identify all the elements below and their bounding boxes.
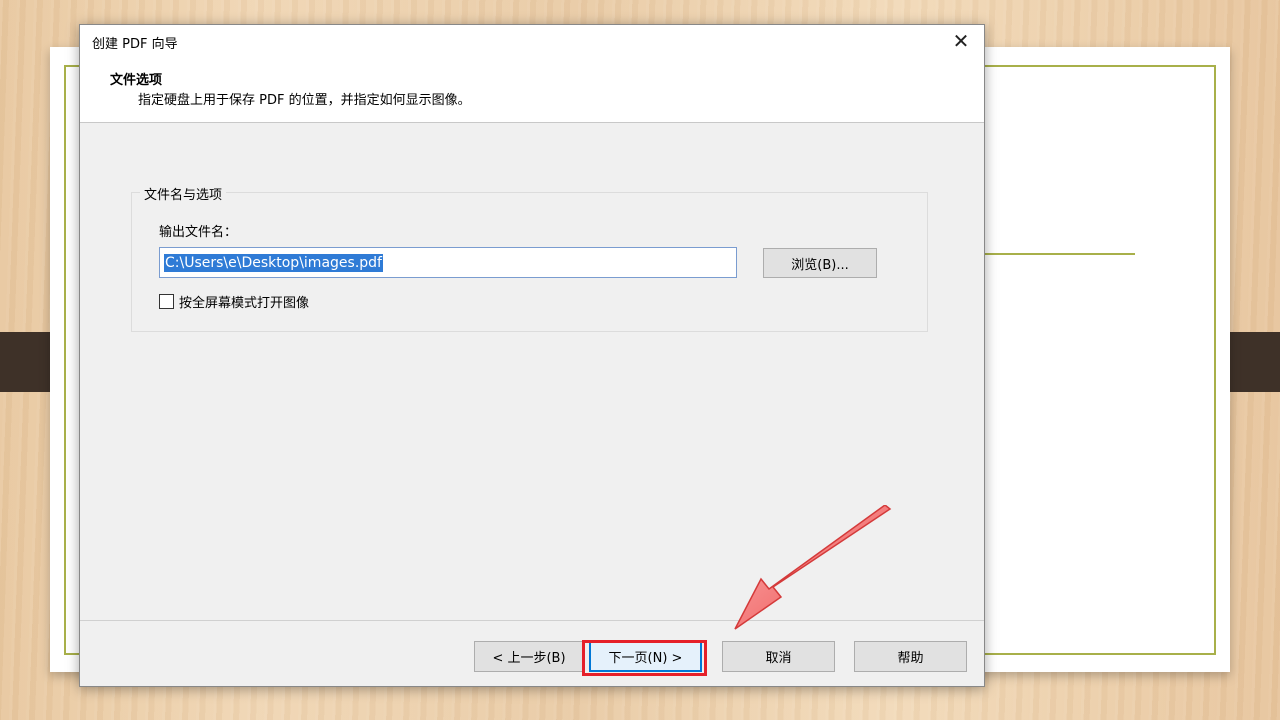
output-filename-input[interactable]: C:\Users\e\Desktop\images.pdf <box>159 247 737 278</box>
page-title: 文件选项 <box>110 73 163 88</box>
close-icon: ✕ <box>952 29 970 53</box>
wizard-header: 文件选项 指定硬盘上用于保存 PDF 的位置，并指定如何显示图像。 <box>80 57 984 123</box>
cancel-button[interactable]: 取消 <box>722 641 835 672</box>
back-button[interactable]: < 上一步(B) <box>474 641 584 672</box>
page-subtitle: 指定硬盘上用于保存 PDF 的位置，并指定如何显示图像。 <box>138 93 471 108</box>
output-filename-value: C:\Users\e\Desktop\images.pdf <box>164 253 383 272</box>
title-bar: 创建 PDF 向导 ✕ <box>80 25 984 57</box>
create-pdf-wizard-dialog: 创建 PDF 向导 ✕ 文件选项 指定硬盘上用于保存 PDF 的位置，并指定如何… <box>79 24 985 687</box>
next-button[interactable]: 下一页(N) > <box>589 641 702 672</box>
window-title: 创建 PDF 向导 <box>92 37 178 52</box>
output-filename-label: 输出文件名： <box>159 225 238 240</box>
help-button[interactable]: 帮助 <box>854 641 967 672</box>
browse-button[interactable]: 浏览(B)... <box>763 248 877 278</box>
file-options-group: 文件名与选项 输出文件名： C:\Users\e\Desktop\images.… <box>131 184 928 332</box>
slide-line <box>985 253 1135 255</box>
close-button[interactable]: ✕ <box>938 25 984 57</box>
fullscreen-label: 按全屏幕模式打开图像 <box>179 296 310 311</box>
checkbox-icon[interactable] <box>159 294 174 309</box>
group-legend: 文件名与选项 <box>140 184 227 203</box>
footer-separator <box>80 620 984 621</box>
fullscreen-option[interactable]: 按全屏幕模式打开图像 <box>159 292 309 311</box>
